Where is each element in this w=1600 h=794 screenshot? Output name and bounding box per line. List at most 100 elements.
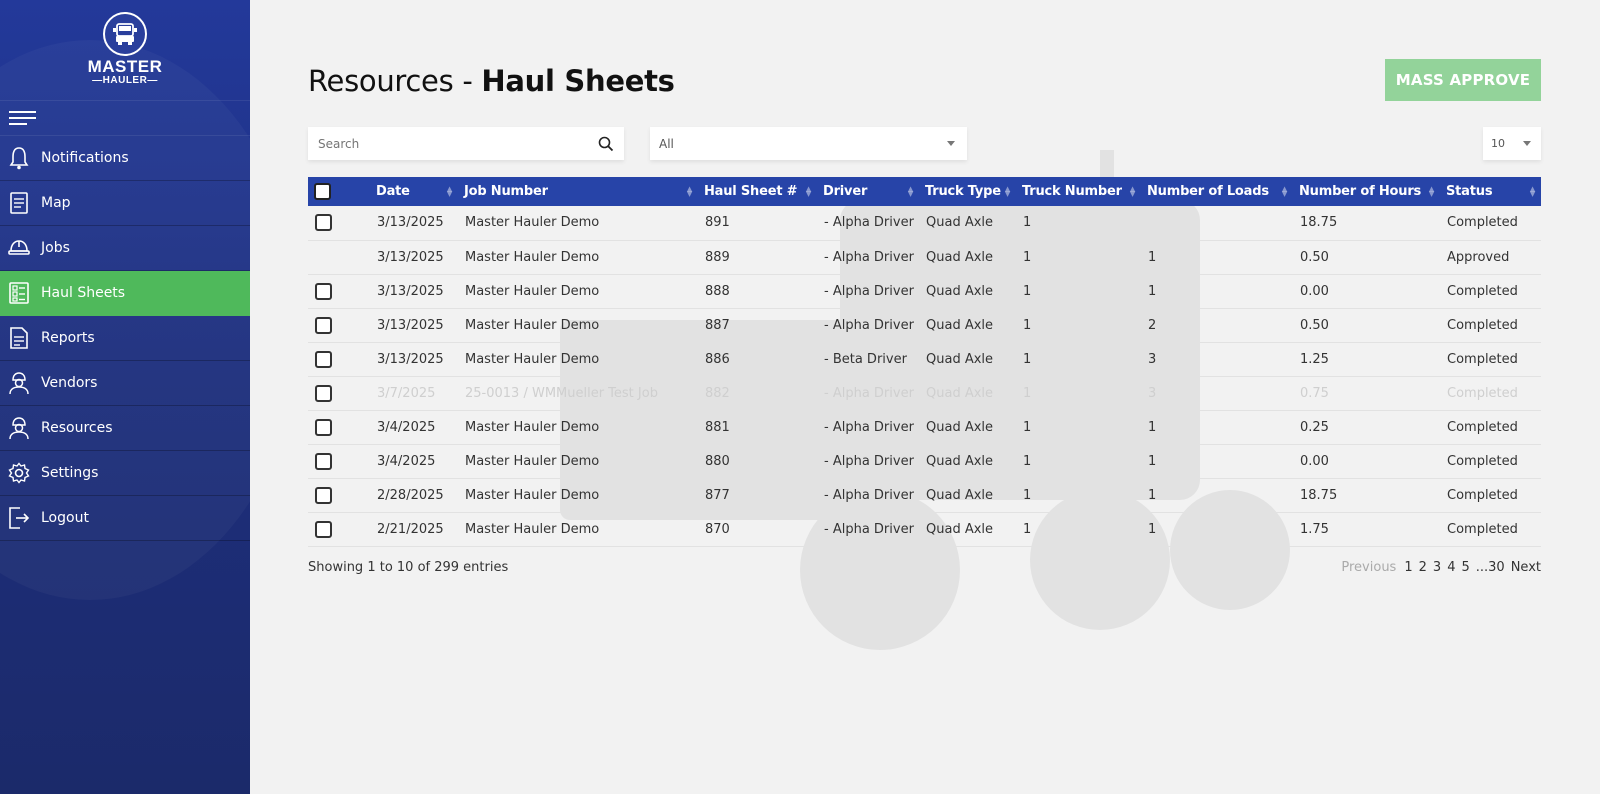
cell-truck-number: 1	[1023, 453, 1032, 469]
filter-select[interactable]: All	[650, 127, 967, 160]
sort-icon: ▲ ▼	[805, 185, 811, 198]
row-checkbox[interactable]	[315, 520, 332, 538]
sidebar-item-reports[interactable]: Reports	[0, 316, 250, 361]
sidebar-item-notifications[interactable]: Notifications	[0, 136, 250, 181]
row-checkbox[interactable]	[315, 316, 332, 334]
sidebar-item-settings[interactable]: Settings	[0, 451, 250, 496]
column-header-driver[interactable]: Driver ▲ ▼	[817, 177, 919, 206]
cell-job-number: Master Hauler Demo	[465, 487, 600, 503]
cell-haul-sheet: 888	[705, 283, 730, 299]
row-select-cell	[308, 444, 370, 478]
cell-number-of-hours: 1.25	[1300, 351, 1329, 367]
cell-truck-number: 1	[1023, 487, 1032, 503]
row-checkbox[interactable]	[315, 418, 332, 436]
sidebar-item-jobs[interactable]: Jobs	[0, 226, 250, 271]
cell-truck-number: 1	[1023, 283, 1032, 299]
column-header-truck-type[interactable]: Truck Type ▲ ▼	[919, 177, 1016, 206]
column-header-status[interactable]: Status ▲ ▼	[1440, 177, 1541, 206]
pagination-page-1[interactable]: 1	[1404, 560, 1412, 575]
table-row[interactable]: 3/13/2025 Master Hauler Demo 891 - Alpha Dr…	[308, 206, 1541, 240]
cell-truck-number: 1	[1023, 215, 1032, 231]
row-select-cell	[308, 410, 370, 444]
column-header-number-of-hours[interactable]: Number of Hours ▲ ▼	[1293, 177, 1440, 206]
cell-driver: - Alpha Driver	[824, 249, 914, 265]
page-size-select[interactable]: 10	[1483, 127, 1541, 160]
cell-truck-number: 1	[1023, 385, 1032, 401]
sidebar-item-label: Jobs	[41, 240, 70, 256]
row-checkbox[interactable]	[315, 486, 332, 504]
table-row[interactable]: 3/13/2025 Master Hauler Demo 888 - Alpha Dr…	[308, 274, 1541, 308]
cell-number-of-loads	[1141, 206, 1293, 240]
pagination-next[interactable]: Next	[1511, 560, 1541, 575]
table-row[interactable]: 3/4/2025 Master Hauler Demo 880 - Alpha Dri…	[308, 444, 1541, 478]
cell-number-of-hours: 0.75	[1300, 385, 1329, 401]
cell-truck-type: Quad Axle	[926, 317, 994, 333]
cell-truck-number: 1	[1023, 351, 1032, 367]
select-all-checkbox[interactable]	[314, 183, 331, 200]
column-header-number-of-loads[interactable]: Number of Loads ▲ ▼	[1141, 177, 1293, 206]
cell-number-of-hours: 0.00	[1300, 283, 1329, 299]
sidebar-item-resources[interactable]: Resources	[0, 406, 250, 451]
search-icon[interactable]	[598, 136, 614, 152]
menu-toggle-button[interactable]	[0, 100, 250, 136]
row-select-cell	[308, 308, 370, 342]
cell-haul-sheet: 877	[705, 487, 730, 503]
sidebar-item-label: Logout	[41, 510, 89, 526]
mass-approve-button[interactable]: MASS APPROVE	[1385, 59, 1541, 101]
cell-truck-type: Quad Axle	[926, 385, 994, 401]
sidebar-item-haul-sheets[interactable]: Haul Sheets	[0, 271, 250, 316]
cell-driver: - Alpha Driver	[824, 283, 914, 299]
cell-status: Completed	[1447, 283, 1518, 299]
cell-status: Completed	[1447, 317, 1518, 333]
row-select-cell	[308, 478, 370, 512]
sidebar-item-logout[interactable]: Logout	[0, 496, 250, 541]
table-row[interactable]: 2/21/2025 Master Hauler Demo 870 - Alpha Dr…	[308, 512, 1541, 546]
table-row[interactable]: 3/7/2025 25-0013 / WMMueller Test Job 882 -…	[308, 376, 1541, 410]
search-input[interactable]	[318, 136, 598, 151]
column-header-haul-sheet[interactable]: Haul Sheet # ▲ ▼	[698, 177, 817, 206]
cell-haul-sheet: 880	[705, 453, 730, 469]
cell-truck-type: Quad Axle	[926, 283, 994, 299]
pagination-page-4[interactable]: 4	[1447, 560, 1455, 575]
sort-icon: ▲ ▼	[1281, 185, 1287, 198]
cell-number-of-loads: 2	[1148, 317, 1157, 333]
cell-haul-sheet: 891	[705, 215, 730, 231]
cell-haul-sheet: 881	[705, 419, 730, 435]
row-checkbox[interactable]	[315, 350, 332, 368]
pagination-page-5[interactable]: 5	[1461, 560, 1469, 575]
table-row[interactable]: 3/13/2025 Master Hauler Demo 889 - Alpha Dr…	[308, 240, 1541, 274]
column-header-job-number[interactable]: Job Number ▲ ▼	[458, 177, 698, 206]
sidebar-item-map[interactable]: Map	[0, 181, 250, 226]
cell-date: 3/4/2025	[377, 419, 436, 435]
cell-haul-sheet: 870	[705, 521, 730, 537]
pagination-page-3[interactable]: 3	[1433, 560, 1441, 575]
table-row[interactable]: 3/13/2025 Master Hauler Demo 887 - Alpha Dr…	[308, 308, 1541, 342]
table-row[interactable]: 2/28/2025 Master Hauler Demo 877 - Alpha Dr…	[308, 478, 1541, 512]
table-row[interactable]: 3/4/2025 Master Hauler Demo 881 - Alpha Dri…	[308, 410, 1541, 444]
column-header-truck-number[interactable]: Truck Number ▲ ▼	[1016, 177, 1141, 206]
sidebar-item-vendors[interactable]: Vendors	[0, 361, 250, 406]
table-entries-info: Showing 1 to 10 of 299 entries	[308, 560, 509, 575]
sidebar-item-label: Reports	[41, 330, 95, 346]
cell-driver: - Alpha Driver	[824, 419, 914, 435]
column-header-date[interactable]: Date ▲ ▼	[370, 177, 458, 206]
row-checkbox[interactable]	[315, 214, 332, 232]
row-checkbox[interactable]	[315, 452, 332, 470]
pagination-page-30[interactable]: ...30	[1476, 560, 1505, 575]
sidebar-item-label: Map	[41, 195, 71, 211]
pagination-previous[interactable]: Previous	[1341, 560, 1396, 575]
cell-number-of-loads: 1	[1148, 419, 1157, 435]
row-select-cell	[308, 206, 370, 240]
cell-number-of-hours: 0.50	[1300, 317, 1329, 333]
cell-truck-number: 1	[1023, 419, 1032, 435]
row-checkbox[interactable]	[315, 384, 332, 402]
page-title: Resources - Haul Sheets	[308, 64, 675, 98]
sort-icon: ▲ ▼	[446, 185, 452, 198]
row-checkbox[interactable]	[315, 282, 332, 300]
brand-logo[interactable]: MASTER —HAULER—	[0, 0, 250, 100]
sidebar-item-label: Resources	[41, 420, 113, 436]
table-row[interactable]: 3/13/2025 Master Hauler Demo 886 - Beta Dri…	[308, 342, 1541, 376]
cell-driver: - Alpha Driver	[824, 317, 914, 333]
pagination-page-2[interactable]: 2	[1419, 560, 1427, 575]
cell-job-number: Master Hauler Demo	[465, 453, 600, 469]
